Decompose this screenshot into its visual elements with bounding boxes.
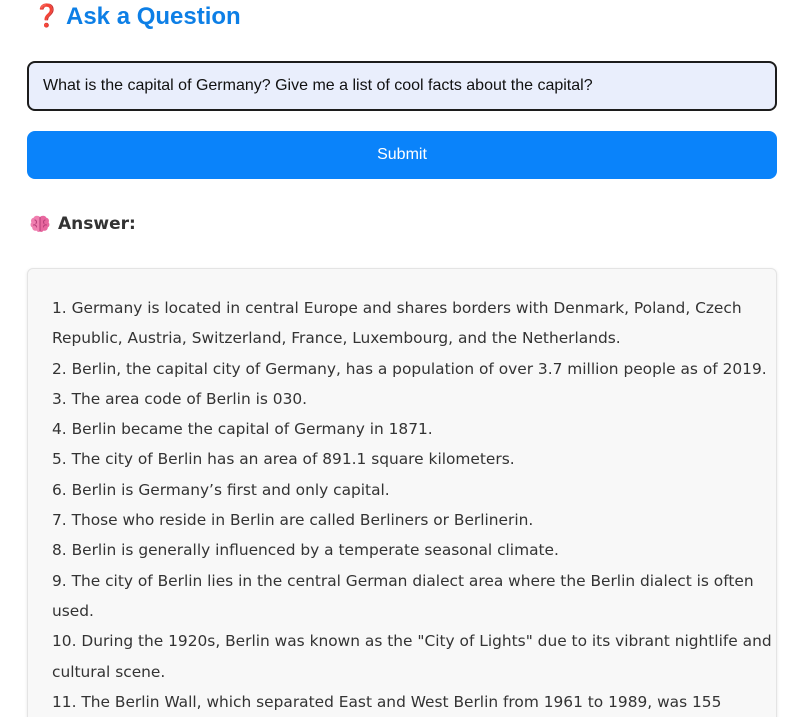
answer-line: used. [52,601,94,620]
answer-line: 1. Germany is located in central Europe … [52,299,742,317]
answer-line: 6. Berlin is Germany’s first and only ca… [52,480,390,499]
answer-line: cultural scene. [52,662,166,681]
answer-line: 11. The Berlin Wall, which separated Eas… [52,692,722,711]
answer-heading: Answer: [29,211,136,237]
answer-line: 7. Those who reside in Berlin are called… [52,511,534,530]
answer-label: Answer: [58,214,136,234]
answer-box: 1. Germany is located in central Europe … [27,268,777,717]
page-header: ❓ Ask a Question [33,3,241,31]
answer-line: 4. Berlin became the capital of Germany … [52,420,433,439]
answer-line: Republic, Austria, Switzerland, France, … [52,329,621,348]
brain-icon [30,215,50,232]
answer-line: 10. During the 1920s, Berlin was known a… [52,632,772,651]
question-input[interactable] [27,61,777,111]
answer-line: 8. Berlin is generally influenced by a t… [52,541,559,560]
page-title: Ask a Question [66,3,241,30]
question-mark-icon: ❓ [33,4,61,29]
ask-question-page: ❓ Ask a Question Submit Answer: 1. Germa… [0,0,806,717]
answer-line: 3. The area code of Berlin is 030. [52,389,308,408]
answer-line: 5. The city of Berlin has an area of 891… [52,450,515,469]
answer-line: 2. Berlin, the capital city of Germany, … [52,359,767,378]
submit-button[interactable]: Submit [27,131,777,179]
answer-line: 9. The city of Berlin lies in the centra… [52,571,754,590]
